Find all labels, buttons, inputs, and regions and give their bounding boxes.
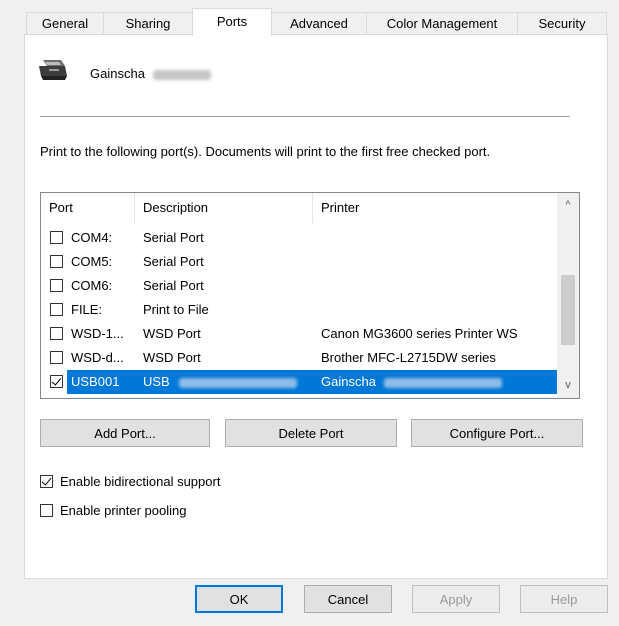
port-description: Serial Port <box>143 230 204 245</box>
port-printer: Canon MG3600 series Printer WS <box>321 326 518 341</box>
printer-icon <box>35 56 71 89</box>
divider <box>40 116 570 117</box>
port-description: Serial Port <box>143 254 204 269</box>
add-port-button[interactable]: Add Port... <box>40 419 210 447</box>
tab-sharing[interactable]: Sharing <box>103 12 193 35</box>
scroll-down-icon[interactable]: v <box>557 375 579 395</box>
port-name: WSD-d... <box>71 350 124 365</box>
port-row-com5[interactable]: COM5: Serial Port <box>41 250 557 274</box>
port-checkbox[interactable] <box>50 279 63 292</box>
port-checkbox[interactable] <box>50 327 63 340</box>
ok-button[interactable]: OK <box>195 585 283 613</box>
port-description: Serial Port <box>143 278 204 293</box>
port-checkbox[interactable] <box>50 231 63 244</box>
printer-name: Gainscha <box>90 66 211 81</box>
port-row-com4[interactable]: COM4: Serial Port <box>41 226 557 250</box>
pooling-label: Enable printer pooling <box>60 503 187 518</box>
port-checkbox[interactable] <box>50 255 63 268</box>
help-button[interactable]: Help <box>520 585 608 613</box>
port-name: WSD-1... <box>71 326 124 341</box>
port-checkbox-usb001[interactable] <box>50 375 63 388</box>
port-row-com6[interactable]: COM6: Serial Port <box>41 274 557 298</box>
scroll-up-icon[interactable]: ^ <box>557 195 579 215</box>
apply-button[interactable]: Apply <box>412 585 500 613</box>
port-name: COM5: <box>71 254 113 269</box>
ports-list-scrollbar[interactable]: ^ v <box>557 193 579 398</box>
tab-ports[interactable]: Ports <box>192 8 272 36</box>
tab-security[interactable]: Security <box>517 12 607 35</box>
port-name: FILE: <box>71 302 103 317</box>
port-row-file[interactable]: FILE: Print to File <box>41 298 557 322</box>
cancel-button[interactable]: Cancel <box>304 585 392 613</box>
port-row-wsd-1[interactable]: WSD-1... WSD Port Canon MG3600 series Pr… <box>41 322 557 346</box>
port-checkbox[interactable] <box>50 303 63 316</box>
scroll-thumb[interactable] <box>561 275 575 345</box>
pooling-checkbox[interactable] <box>40 504 53 517</box>
port-description: WSD Port <box>143 350 201 365</box>
port-description: Print to File <box>143 302 209 317</box>
bidirectional-checkbox[interactable] <box>40 475 53 488</box>
bidirectional-label: Enable bidirectional support <box>60 474 221 489</box>
port-name: USB001 <box>71 374 120 389</box>
redacted-usb-description <box>179 377 298 388</box>
ports-description: Print to the following port(s). Document… <box>40 144 491 159</box>
port-printer: Brother MFC-L2715DW series <box>321 350 496 365</box>
tab-advanced[interactable]: Advanced <box>271 12 367 35</box>
port-checkbox[interactable] <box>50 351 63 364</box>
tab-general[interactable]: General <box>26 12 104 35</box>
port-name: COM4: <box>71 230 113 245</box>
redacted-model <box>152 69 211 80</box>
configure-port-button[interactable]: Configure Port... <box>411 419 583 447</box>
column-header-printer[interactable]: Printer <box>313 193 557 223</box>
ports-list[interactable]: Port Description Printer COM4: Serial Po… <box>40 192 580 399</box>
column-header-description[interactable]: Description <box>135 193 313 223</box>
port-row-usb001[interactable]: USB001 USB Gainscha <box>67 370 557 394</box>
port-description: USB <box>143 370 311 394</box>
redacted-printer-model <box>383 377 502 388</box>
ports-list-header: Port Description Printer <box>41 193 557 223</box>
port-description: WSD Port <box>143 326 201 341</box>
port-printer: Gainscha <box>321 370 557 394</box>
port-name: COM6: <box>71 278 113 293</box>
delete-port-button[interactable]: Delete Port <box>225 419 397 447</box>
port-row-wsd-d[interactable]: WSD-d... WSD Port Brother MFC-L2715DW se… <box>41 346 557 370</box>
tab-strip: General Sharing Ports Advanced Color Man… <box>26 8 607 36</box>
tab-color-management[interactable]: Color Management <box>366 12 518 35</box>
column-header-port[interactable]: Port <box>41 193 135 223</box>
